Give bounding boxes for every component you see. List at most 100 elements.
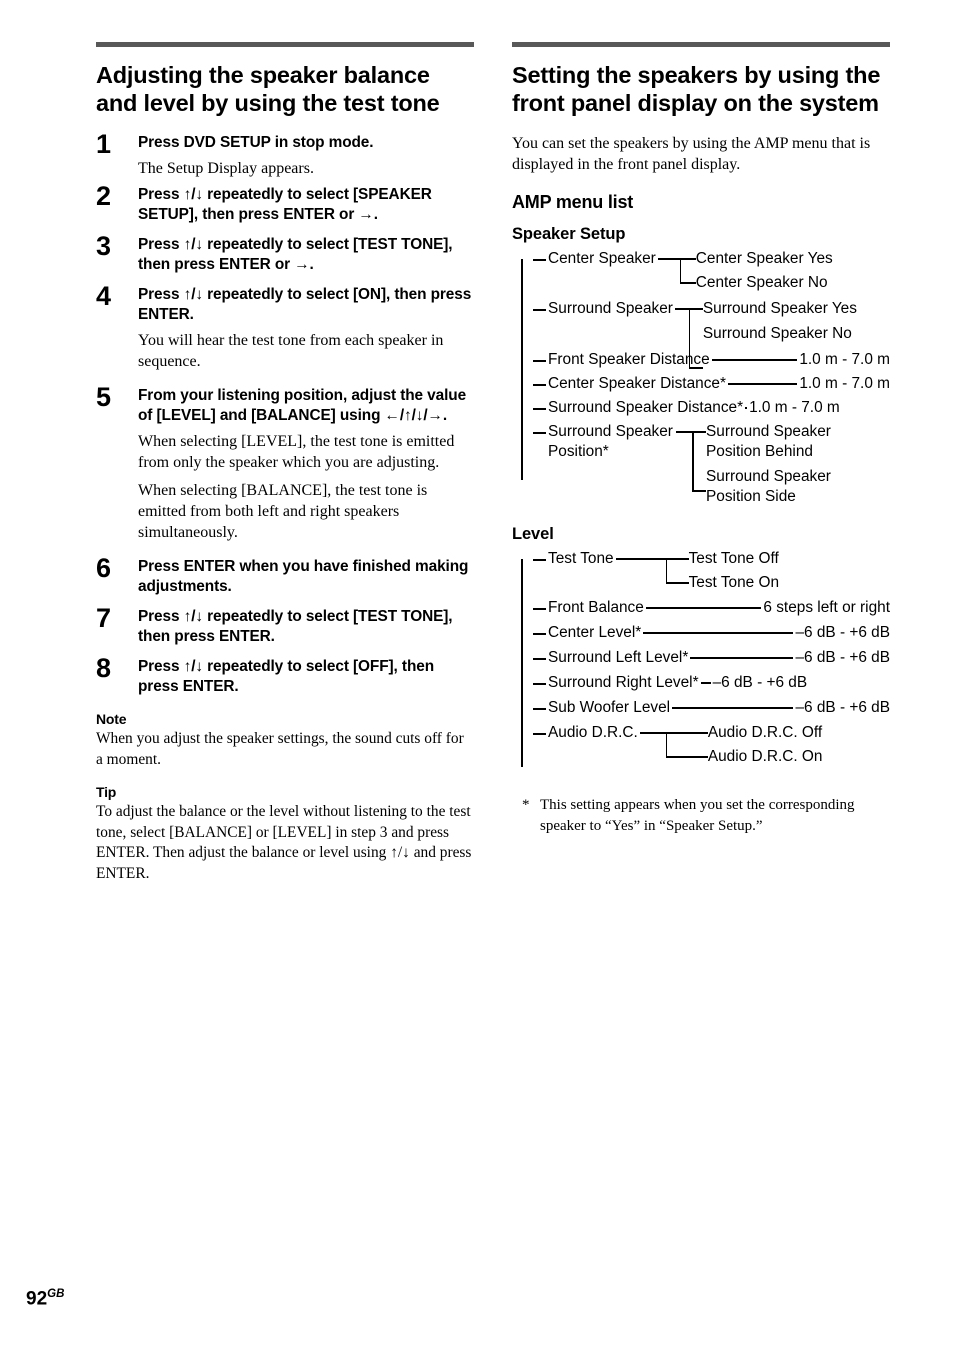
tree-leader-line xyxy=(641,623,795,643)
section-rule-left xyxy=(96,42,474,47)
tree-leader-line xyxy=(699,673,713,693)
tree-row: Surround Right Level* –6 dB - +6 dB xyxy=(524,673,890,693)
tree-parent-label: Center Speaker Distance* xyxy=(548,375,726,392)
step-4: 4 Press ↑/↓ repeatedly to select [ON], t… xyxy=(96,281,474,372)
tree-leader-line xyxy=(743,398,749,418)
tree-connector xyxy=(533,309,546,311)
step-3: 3 Press ↑/↓ repeatedly to select [TEST T… xyxy=(96,231,474,275)
left-column: Adjusting the speaker balance and level … xyxy=(96,42,474,884)
page-country-code: GB xyxy=(47,1287,65,1300)
step-number: 4 xyxy=(96,281,112,311)
page-title-right: Setting the speakers by using the front … xyxy=(512,62,881,116)
step-body: You will hear the test tone from each sp… xyxy=(138,332,444,370)
step-body: When selecting [LEVEL], the test tone is… xyxy=(138,433,455,471)
tree-connector xyxy=(533,708,546,710)
tree-child-label: Audio D.R.C. On xyxy=(707,748,823,765)
level-heading: Level xyxy=(512,525,554,543)
step-heading: Press DVD SETUP in stop mode. xyxy=(138,134,374,151)
tree-connector xyxy=(533,733,546,735)
step-6: 6 Press ENTER when you have finished mak… xyxy=(96,553,474,597)
tree-children: Surround Speaker Position Behind Surroun… xyxy=(706,422,866,507)
tree-connector xyxy=(533,608,546,610)
tree-connector xyxy=(533,683,546,685)
tree-connector xyxy=(533,559,546,561)
amp-menu-list-heading: AMP menu list xyxy=(512,192,634,212)
tree-parent-label: Front Speaker Distance xyxy=(548,351,710,368)
tree-bracket xyxy=(674,422,706,507)
step-heading: Press ↑/↓ repeatedly to select [TEST TON… xyxy=(138,608,453,645)
step-heading: Press ↑/↓ repeatedly to select [OFF], th… xyxy=(138,658,435,695)
tree-child-label: Surround Speaker No xyxy=(702,325,852,342)
step-heading: Press ↑/↓ repeatedly to select [SPEAKER … xyxy=(138,186,432,223)
tree-leader-line xyxy=(670,698,795,718)
tree-row: Center Level* –6 dB - +6 dB xyxy=(524,623,890,643)
tree-row: Sub Woofer Level –6 dB - +6 dB xyxy=(524,698,890,718)
tree-row: Front Balance 6 steps left or right xyxy=(524,598,890,618)
tree-leader-line xyxy=(726,374,799,394)
step-body: When selecting [BALANCE], the test tone … xyxy=(138,482,428,541)
step-number: 5 xyxy=(96,382,112,412)
tree-connector xyxy=(533,633,546,635)
tree-value: 6 steps left or right xyxy=(763,599,890,616)
tree-child-label: Center Speaker No xyxy=(695,274,828,291)
tree-child-label: Center Speaker Yes xyxy=(695,250,833,267)
tree-children: Audio D.R.C. Off Audio D.R.C. On xyxy=(708,723,890,767)
page-number: 92GB xyxy=(26,1288,64,1310)
step-5: 5 From your listening position, adjust t… xyxy=(96,382,474,543)
tree-bracket xyxy=(614,549,689,593)
tree-value: 1.0 m - 7.0 m xyxy=(799,351,890,368)
tree-parent-label: Surround Speaker Distance* xyxy=(548,399,744,416)
tree-leader-line xyxy=(710,350,800,370)
step-number: 2 xyxy=(96,181,112,211)
tree-parent-label: Surround Speaker xyxy=(548,300,673,317)
tree-child-label: Surround Speaker Position Side xyxy=(706,468,836,505)
tree-spine xyxy=(521,259,523,480)
tree-value: 1.0 m - 7.0 m xyxy=(749,399,840,416)
step-number: 1 xyxy=(96,129,112,159)
step-heading: Press ↑/↓ repeatedly to select [TEST TON… xyxy=(138,236,453,273)
tree-row: Center Speaker Center Speaker Yes Center… xyxy=(524,249,890,293)
tree-leader-line xyxy=(688,648,795,668)
tree-child-label: Surround Speaker Position Behind xyxy=(706,423,836,460)
page-title-left: Adjusting the speaker balance and level … xyxy=(96,62,440,116)
tree-leader-line xyxy=(644,598,764,618)
tree-bracket xyxy=(673,299,703,369)
tree-connector xyxy=(533,259,546,261)
tree-row: Surround Speaker Distance* 1.0 m - 7.0 m xyxy=(524,398,890,418)
tree-children: Test Tone Off Test Tone On xyxy=(689,549,890,593)
speaker-setup-tree: Center Speaker Center Speaker Yes Center… xyxy=(512,249,890,507)
tree-parent-label: Surround Left Level* xyxy=(548,649,689,666)
tree-parent-label: Surround Right Level* xyxy=(548,674,699,691)
tree-row: Surround Left Level* –6 dB - +6 dB xyxy=(524,648,890,668)
step-heading: Press ENTER when you have finished makin… xyxy=(138,558,469,595)
intro-text: You can set the speakers by using the AM… xyxy=(512,135,871,173)
step-heading: From your listening position, adjust the… xyxy=(138,387,467,424)
step-heading: Press ↑/↓ repeatedly to select [ON], the… xyxy=(138,286,472,323)
step-7: 7 Press ↑/↓ repeatedly to select [TEST T… xyxy=(96,603,474,647)
tree-connector xyxy=(533,384,546,386)
tree-children: Center Speaker Yes Center Speaker No xyxy=(696,249,890,293)
tree-row: Center Speaker Distance* 1.0 m - 7.0 m xyxy=(524,374,890,394)
step-number: 6 xyxy=(96,553,112,583)
tree-row: Front Speaker Distance 1.0 m - 7.0 m xyxy=(524,350,890,370)
tree-row: Audio D.R.C. Audio D.R.C. Off Audio D.R.… xyxy=(524,723,890,767)
footnote-marker: * xyxy=(522,797,530,813)
tip-text: To adjust the balance or the level witho… xyxy=(96,803,472,882)
tree-row: Test Tone Test Tone Off Test Tone On xyxy=(524,549,890,593)
right-column: Setting the speakers by using the front … xyxy=(512,42,890,836)
page-number-value: 92 xyxy=(26,1288,48,1309)
tree-children: Surround Speaker Yes Surround Speaker No xyxy=(703,299,868,344)
tree-connector xyxy=(533,360,546,362)
tree-value: –6 dB - +6 dB xyxy=(712,674,808,691)
tree-child-label: Surround Speaker Yes xyxy=(702,300,857,317)
step-1: 1 Press DVD SETUP in stop mode. The Setu… xyxy=(96,129,474,179)
step-number: 8 xyxy=(96,653,112,683)
step-body: The Setup Display appears. xyxy=(138,160,314,177)
tree-child-label: Test Tone On xyxy=(688,574,780,591)
tree-connector xyxy=(533,408,546,410)
tree-spine xyxy=(521,559,523,767)
footnote: * This setting appears when you set the … xyxy=(512,795,890,836)
tree-value: –6 dB - +6 dB xyxy=(795,699,890,716)
note-label: Note xyxy=(96,711,127,727)
step-8: 8 Press ↑/↓ repeatedly to select [OFF], … xyxy=(96,653,474,697)
